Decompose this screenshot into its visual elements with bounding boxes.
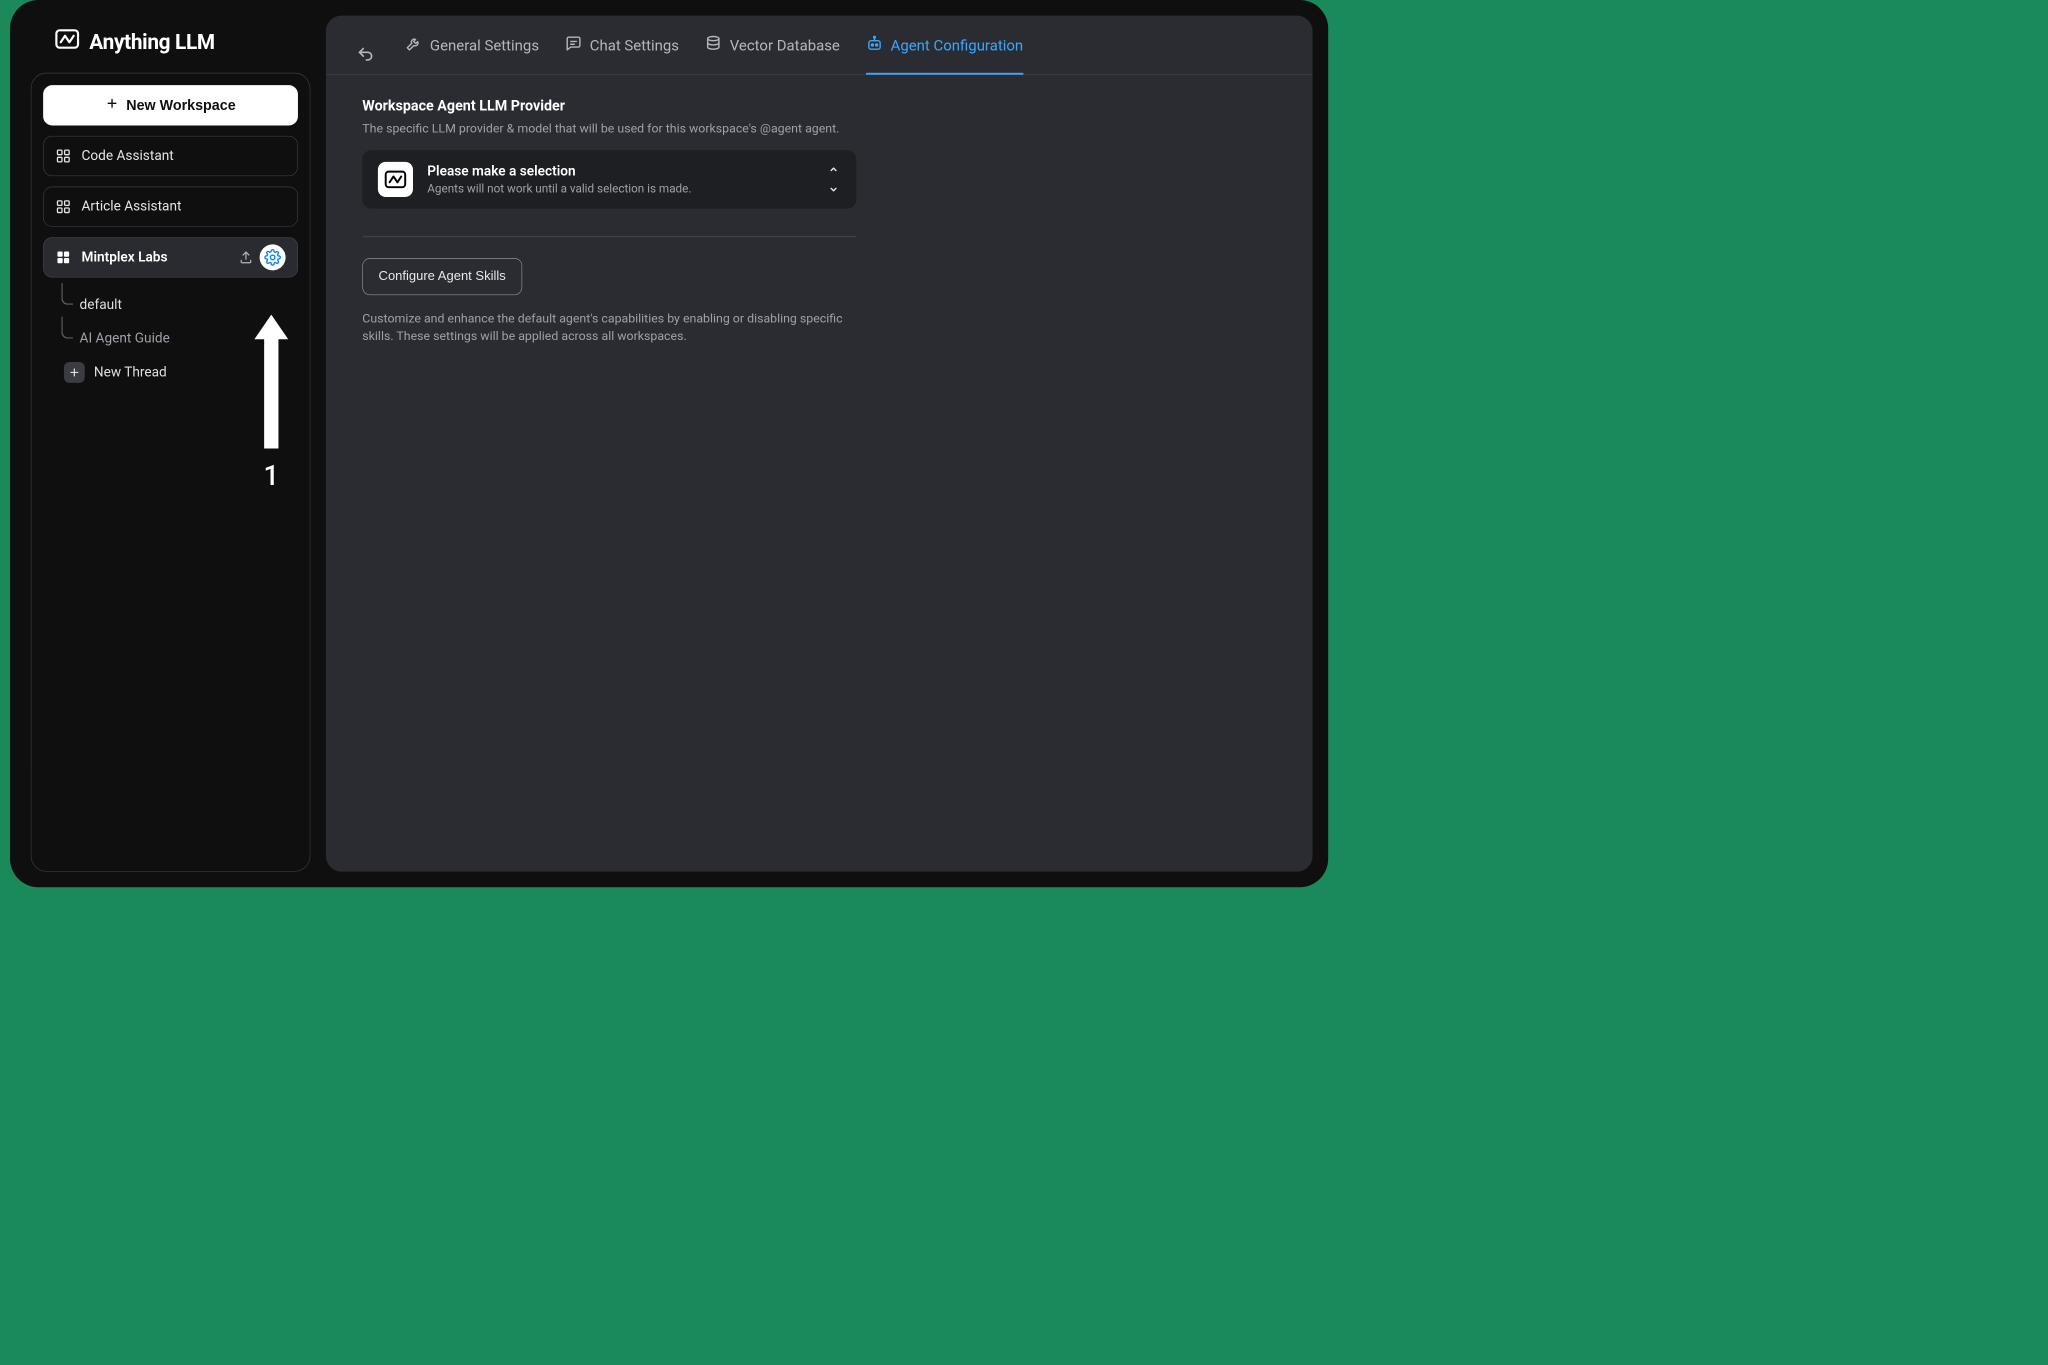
- new-workspace-label: New Workspace: [126, 97, 235, 114]
- robot-icon: [866, 35, 883, 56]
- database-icon: [705, 35, 722, 56]
- sidebar: Anything LLM New Workspace Code Assistan…: [31, 16, 311, 872]
- brand-header: Anything LLM: [31, 16, 311, 73]
- thread-item-ai-agent-guide[interactable]: AI Agent Guide: [57, 322, 297, 356]
- sidebar-item-label: Code Assistant: [82, 148, 286, 164]
- brand-title: Anything LLM: [89, 29, 215, 54]
- thread-item-default[interactable]: default: [57, 288, 297, 322]
- provider-section-desc: The specific LLM provider & model that w…: [362, 119, 843, 137]
- nav-panel: New Workspace Code Assistant Article Ass…: [31, 73, 311, 872]
- tab-label: General Settings: [430, 37, 539, 55]
- new-workspace-button[interactable]: New Workspace: [43, 85, 298, 125]
- plus-icon: [64, 362, 85, 383]
- workspace-settings-button[interactable]: [260, 244, 286, 270]
- thread-list: default AI Agent Guide New Thread: [43, 288, 298, 383]
- agent-config-section: Workspace Agent LLM Provider The specifi…: [326, 74, 1313, 381]
- workspace-icon: [56, 148, 72, 164]
- new-thread-label: New Thread: [94, 365, 167, 381]
- tab-label: Agent Configuration: [891, 37, 1024, 55]
- provider-logo-icon: [378, 162, 413, 197]
- upload-icon[interactable]: [239, 250, 253, 264]
- settings-tabs: General Settings Chat Settings Vector Da…: [326, 16, 1313, 75]
- brand-logo-icon: [54, 26, 80, 57]
- sidebar-item-mintplex-labs[interactable]: Mintplex Labs: [43, 237, 298, 277]
- tab-label: Vector Database: [730, 37, 840, 55]
- divider: [362, 236, 856, 237]
- plus-icon: [105, 97, 118, 114]
- thread-item-label: default: [80, 297, 122, 313]
- provider-select-primary: Please make a selection: [427, 164, 812, 180]
- chat-icon: [565, 35, 582, 56]
- tab-general-settings[interactable]: General Settings: [405, 35, 539, 75]
- back-button[interactable]: [355, 43, 377, 65]
- skills-desc: Customize and enhance the default agent'…: [362, 309, 843, 345]
- sidebar-item-label: Mintplex Labs: [82, 250, 229, 266]
- new-thread-button[interactable]: New Thread: [57, 356, 297, 383]
- tab-chat-settings[interactable]: Chat Settings: [565, 35, 679, 75]
- configure-agent-skills-button[interactable]: Configure Agent Skills: [362, 258, 522, 295]
- tab-label: Chat Settings: [590, 37, 679, 55]
- gear-icon: [264, 249, 281, 266]
- provider-select[interactable]: Please make a selection Agents will not …: [362, 150, 856, 209]
- main-panel: General Settings Chat Settings Vector Da…: [326, 16, 1313, 872]
- tab-vector-database[interactable]: Vector Database: [705, 35, 840, 75]
- thread-item-label: AI Agent Guide: [80, 331, 170, 347]
- provider-select-secondary: Agents will not work until a valid selec…: [427, 182, 812, 196]
- sidebar-item-article-assistant[interactable]: Article Assistant: [43, 187, 298, 227]
- workspace-icon: [56, 199, 72, 215]
- provider-section-title: Workspace Agent LLM Provider: [362, 98, 1276, 114]
- sidebar-item-code-assistant[interactable]: Code Assistant: [43, 136, 298, 176]
- undo-icon: [356, 45, 374, 63]
- workspace-icon: [56, 250, 72, 266]
- button-label: Configure Agent Skills: [379, 269, 506, 283]
- tab-agent-configuration[interactable]: Agent Configuration: [866, 35, 1023, 75]
- sidebar-item-label: Article Assistant: [82, 199, 286, 215]
- app-window: Anything LLM New Workspace Code Assistan…: [10, 0, 1328, 887]
- wrench-icon: [405, 35, 422, 56]
- chevron-up-down-icon: [826, 165, 840, 194]
